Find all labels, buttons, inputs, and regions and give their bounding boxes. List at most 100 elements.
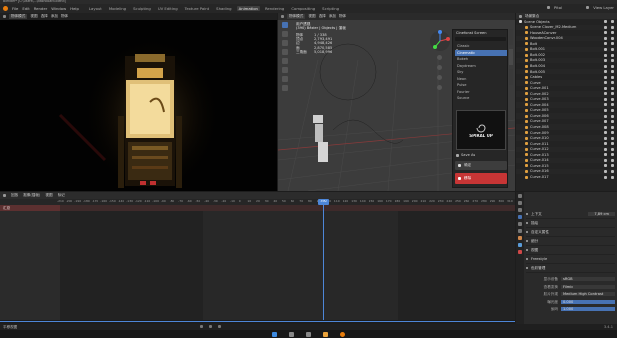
render-camera-icon[interactable]: [611, 175, 614, 179]
visibility-icon[interactable]: [604, 59, 607, 63]
playhead-line[interactable]: [323, 199, 324, 323]
visibility-icon[interactable]: [604, 147, 607, 151]
visibility-icon[interactable]: [604, 142, 607, 146]
render-camera-icon[interactable]: [611, 153, 614, 157]
properties-section[interactable]: 上下文 7,89 cm: [526, 210, 615, 219]
timeline-menu-item[interactable]: 视图: [45, 193, 52, 197]
zoom-icon[interactable]: [437, 55, 442, 60]
viewport-render[interactable]: 物体模式 视图 选择 添加 物体: [0, 13, 277, 191]
timeline-menu-item[interactable]: 抠像(插帧): [23, 193, 40, 197]
addon-search[interactable]: [455, 37, 506, 51]
render-camera-icon[interactable]: [611, 64, 614, 68]
render-camera-icon[interactable]: [611, 81, 614, 85]
output-tab-icon[interactable]: [518, 208, 522, 212]
visibility-icon[interactable]: [604, 86, 607, 90]
visibility-icon[interactable]: [604, 42, 607, 46]
scene-tab-icon[interactable]: [518, 222, 522, 226]
properties-section[interactable]: 色彩管理: [526, 264, 615, 273]
field-value[interactable]: 1.000: [561, 307, 615, 312]
menu-file[interactable]: File: [12, 6, 18, 11]
start-icon[interactable]: [272, 331, 277, 337]
scale-tool-icon[interactable]: [282, 58, 288, 64]
dope-sheet[interactable]: 回放 抠像(插帧) 视图 标记 -210 -200 -190 -180 -170 -160 -15…: [0, 192, 515, 323]
render-camera-icon[interactable]: [611, 59, 614, 63]
scrollbar-thumb[interactable]: [0, 321, 515, 322]
field-value[interactable]: 0.000: [561, 299, 615, 304]
render-camera-icon[interactable]: [611, 48, 614, 51]
object-tab-icon[interactable]: [518, 236, 522, 240]
preset-item[interactable]: Source: [455, 95, 507, 102]
menu-window[interactable]: Window: [51, 6, 66, 11]
taskview-icon[interactable]: [306, 331, 311, 337]
visibility-icon[interactable]: [604, 136, 607, 140]
sidebar-tab-view[interactable]: [509, 69, 513, 85]
workspace-tab[interactable]: Texture Paint: [183, 6, 212, 11]
tool-tab-icon[interactable]: [518, 194, 522, 198]
visibility-icon[interactable]: [604, 175, 607, 179]
visibility-icon[interactable]: [604, 170, 607, 174]
view-layer-name[interactable]: View Layer: [593, 5, 614, 10]
render-camera-icon[interactable]: [611, 70, 614, 74]
workspace-tab[interactable]: UV Editing: [156, 6, 180, 11]
visibility-icon[interactable]: [604, 109, 607, 113]
visibility-icon[interactable]: [604, 81, 607, 85]
menu-add[interactable]: 添加: [51, 14, 58, 18]
transform-tool-icon[interactable]: [282, 67, 288, 73]
select-tool-icon[interactable]: [282, 22, 288, 28]
menu-render[interactable]: Render: [34, 6, 48, 11]
apply-button[interactable]: 确定: [455, 161, 507, 170]
visibility-icon[interactable]: [604, 164, 607, 168]
menu-view[interactable]: 视图: [30, 14, 37, 18]
menu-edit[interactable]: Edit: [22, 6, 29, 11]
cursor-tool-icon[interactable]: [282, 31, 288, 37]
menu-select[interactable]: 选择: [319, 14, 326, 18]
render-camera-icon[interactable]: [611, 42, 614, 46]
physics-tab-icon[interactable]: [518, 250, 522, 254]
visibility-icon[interactable]: [604, 70, 607, 74]
rotate-tool-icon[interactable]: [282, 49, 288, 55]
properties-section[interactable]: 视图: [526, 246, 615, 255]
properties-section[interactable]: 描绘: [526, 219, 615, 228]
workspace-tab[interactable]: Layout: [87, 6, 104, 11]
properties-section[interactable]: Freestyle: [526, 255, 615, 264]
camera-view-icon[interactable]: [437, 75, 442, 80]
workspace-tab[interactable]: Scripting: [320, 6, 341, 11]
visibility-icon[interactable]: [604, 125, 607, 129]
render-camera-icon[interactable]: [611, 120, 614, 124]
save-row[interactable]: Save As: [456, 153, 475, 157]
outliner-row[interactable]: Curve.017: [516, 174, 617, 180]
visibility-icon[interactable]: [604, 48, 607, 51]
render-camera-icon[interactable]: [611, 147, 614, 151]
render-camera-icon[interactable]: [611, 158, 614, 162]
render-camera-icon[interactable]: [611, 164, 614, 168]
section-value[interactable]: 7,89 cm: [588, 211, 615, 217]
visibility-icon[interactable]: [604, 131, 607, 135]
view-layer-tab-icon[interactable]: [518, 215, 522, 219]
editor-type-icon[interactable]: [281, 15, 284, 18]
visibility-icon[interactable]: [604, 153, 607, 157]
modifier-tab-icon[interactable]: [518, 243, 522, 247]
render-tab-icon[interactable]: [518, 201, 522, 205]
field-value[interactable]: Medium High Contrast: [561, 292, 615, 297]
menu-object[interactable]: 物体: [61, 14, 68, 18]
timeline-scrollbar[interactable]: [0, 320, 515, 323]
render-camera-icon[interactable]: [611, 109, 614, 113]
ortho-toggle-icon[interactable]: [437, 85, 442, 90]
visibility-icon[interactable]: [604, 92, 607, 96]
visibility-icon[interactable]: [604, 53, 607, 57]
visibility-icon[interactable]: [604, 97, 607, 101]
render-camera-icon[interactable]: [611, 25, 614, 29]
workspace-tab[interactable]: Rendering: [263, 6, 286, 11]
workspace-tab[interactable]: Compositing: [289, 6, 317, 11]
world-tab-icon[interactable]: [518, 229, 522, 233]
playhead-marker[interactable]: 390: [318, 199, 329, 205]
render-camera-icon[interactable]: [611, 92, 614, 96]
measure-tool-icon[interactable]: [282, 85, 288, 91]
visibility-icon[interactable]: [604, 75, 607, 79]
outliner-filter-icon[interactable]: [519, 14, 522, 18]
visibility-icon[interactable]: [604, 64, 607, 68]
visibility-icon[interactable]: [604, 103, 607, 107]
navigation-gizmo[interactable]: [429, 30, 451, 52]
properties-section[interactable]: 自定义属性: [526, 228, 615, 237]
visibility-icon[interactable]: [604, 114, 607, 118]
